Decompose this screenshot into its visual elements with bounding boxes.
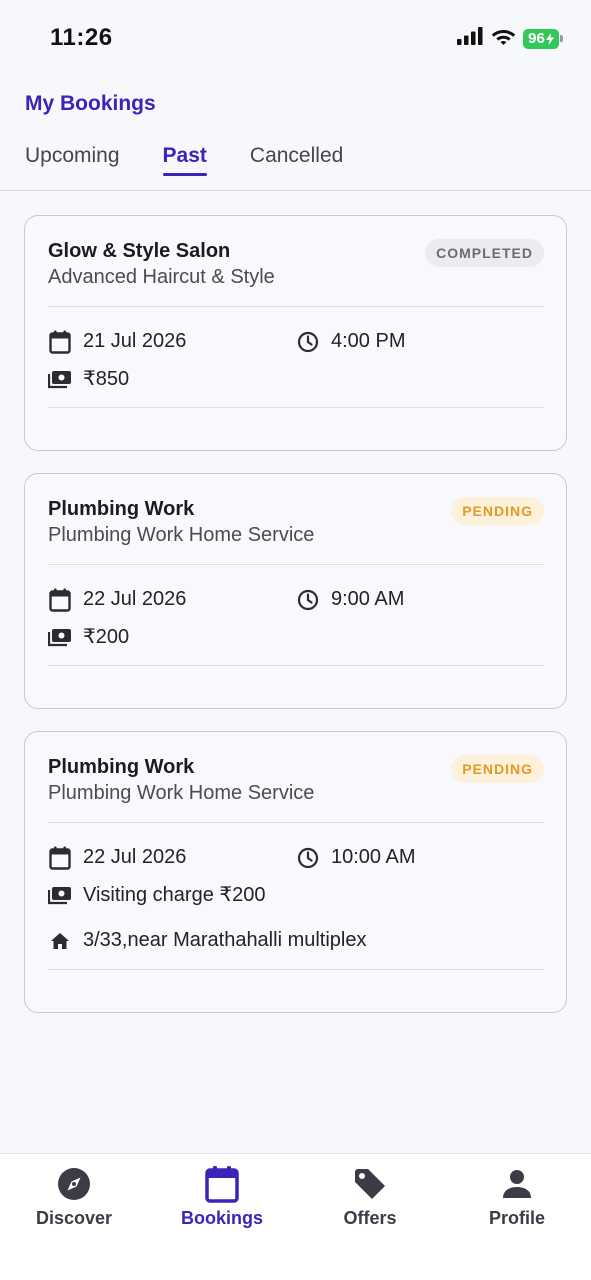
home-icon (48, 929, 72, 953)
bottom-nav: Discover Bookings Offers Profile (0, 1153, 591, 1280)
clock-icon (296, 588, 320, 612)
nav-offers[interactable]: Offers (296, 1164, 444, 1229)
cash-icon (48, 883, 72, 907)
tab-upcoming[interactable]: Upcoming (25, 144, 120, 174)
wifi-icon (491, 27, 516, 50)
booking-list: Glow & Style Salon Advanced Haircut & St… (24, 215, 567, 1035)
nav-discover[interactable]: Discover (0, 1164, 148, 1229)
booking-card[interactable]: Glow & Style Salon Advanced Haircut & St… (24, 215, 567, 451)
page-title: My Bookings (25, 92, 156, 115)
booking-time: 10:00 AM (331, 846, 416, 868)
booking-card[interactable]: Plumbing Work Plumbing Work Home Service… (24, 473, 567, 709)
clock-icon (296, 330, 320, 354)
booking-service: Plumbing Work Home Service (48, 524, 315, 546)
calendar-icon (48, 330, 72, 354)
nav-label: Discover (35, 1208, 113, 1228)
booking-time: 4:00 PM (331, 330, 406, 352)
clock-icon (296, 846, 320, 870)
booking-card[interactable]: Plumbing Work Plumbing Work Home Service… (24, 731, 567, 1013)
signal-icon (457, 27, 484, 50)
status-badge: PENDING (451, 755, 544, 783)
status-bar: 11:26 96 (0, 0, 591, 76)
booking-price: ₹200 (83, 626, 130, 648)
booking-tabs: Upcoming Past Cancelled (25, 144, 343, 176)
booking-service: Advanced Haircut & Style (48, 266, 275, 288)
booking-price: ₹850 (83, 368, 130, 390)
nav-label: Profile (488, 1208, 545, 1228)
booking-date: 22 Jul 2026 (83, 588, 187, 610)
tag-icon (352, 1164, 388, 1204)
status-time: 11:26 (50, 24, 113, 51)
booking-address: 3/33,near Marathahalli multiplex (83, 929, 367, 951)
booking-date: 22 Jul 2026 (83, 846, 187, 868)
battery-level: 96 (528, 30, 545, 47)
booking-date: 21 Jul 2026 (83, 330, 187, 352)
cash-icon (48, 367, 72, 391)
status-badge: COMPLETED (425, 239, 544, 267)
battery-icon: 96 (523, 28, 563, 49)
status-icons: 96 (457, 27, 563, 50)
calendar-icon (48, 588, 72, 612)
calendar-icon (204, 1164, 240, 1204)
cash-icon (48, 625, 72, 649)
booking-time: 9:00 AM (331, 588, 405, 610)
person-icon (499, 1164, 535, 1204)
booking-service: Plumbing Work Home Service (48, 782, 315, 804)
booking-price: Visiting charge ₹200 (83, 884, 266, 906)
nav-label: Bookings (180, 1208, 263, 1228)
nav-profile[interactable]: Profile (443, 1164, 591, 1229)
nav-label: Offers (343, 1208, 397, 1228)
nav-bookings[interactable]: Bookings (148, 1164, 296, 1229)
tab-cancelled[interactable]: Cancelled (250, 144, 343, 174)
tab-divider (0, 190, 591, 191)
calendar-icon (48, 846, 72, 870)
status-badge: PENDING (451, 497, 544, 525)
tab-past[interactable]: Past (162, 144, 208, 176)
compass-icon (56, 1164, 92, 1204)
